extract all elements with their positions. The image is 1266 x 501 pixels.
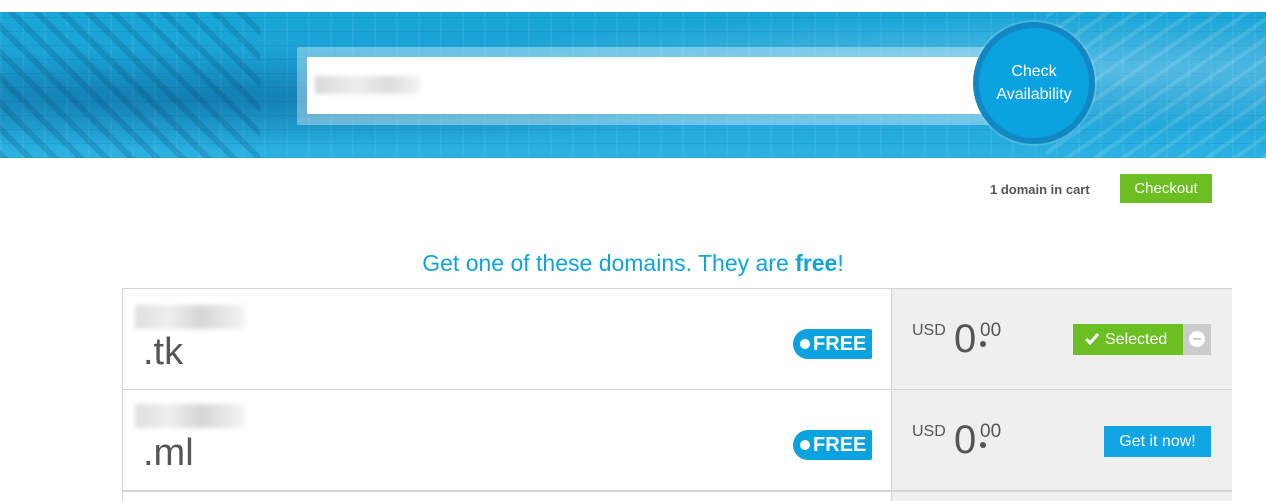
domain-name-cell: .tk FREE — [123, 289, 892, 389]
dot-icon — [800, 339, 810, 349]
selected-button[interactable]: Selected — [1073, 324, 1183, 355]
domain-name-cell — [123, 492, 892, 501]
minus-circle-icon — [1189, 331, 1205, 347]
headline-prefix: Get one of these domains. They are — [422, 250, 796, 276]
price-action-cell: USD 0 00 Get it now! — [892, 390, 1232, 490]
price-integer: 0 — [954, 418, 977, 462]
checkout-button[interactable]: Checkout — [1120, 174, 1212, 203]
price-currency: USD — [912, 322, 946, 339]
checkmark-icon — [1085, 333, 1099, 345]
domain-row: .ml FREE USD 0 00 Get it now! — [122, 390, 1232, 491]
domain-row: .tk FREE USD 0 00 Selected — [122, 288, 1232, 390]
price-decimal: 00 — [980, 320, 1002, 341]
blurred-domain-name — [135, 305, 245, 329]
get-it-now-button[interactable]: Get it now! — [1104, 426, 1211, 457]
domain-results-table: .tk FREE USD 0 00 Selected .ml FREE USD … — [122, 288, 1232, 501]
headline-emphasis: free — [795, 250, 838, 276]
blurred-search-text — [315, 76, 420, 94]
hero-background-pattern-left — [0, 12, 260, 158]
domain-tld: .tk — [143, 331, 184, 373]
free-badge-label: FREE — [813, 333, 867, 355]
price-action-cell: USD 0 00 Selected — [892, 289, 1232, 389]
selected-button-label: Selected — [1105, 331, 1168, 348]
top-strip — [0, 0, 1266, 12]
free-badge-label: FREE — [813, 434, 867, 456]
check-button-line1: Check — [1011, 63, 1057, 80]
cart-count-text: 1 domain in cart — [990, 182, 1090, 197]
domain-name-cell: .ml FREE — [123, 390, 892, 490]
free-badge: FREE — [793, 329, 872, 359]
domain-tld: .ml — [143, 432, 194, 474]
check-button-line2: Availability — [996, 86, 1072, 103]
price-action-cell — [892, 492, 1232, 501]
free-badge: FREE — [793, 430, 872, 460]
dot-icon — [800, 440, 810, 450]
price-decimal: 00 — [980, 421, 1002, 442]
domain-row-partial — [122, 491, 1232, 501]
remove-from-cart-button[interactable] — [1183, 324, 1211, 355]
free-domains-headline: Get one of these domains. They are free! — [0, 250, 1266, 277]
headline-suffix: ! — [837, 250, 844, 276]
check-availability-button[interactable]: Check Availability — [973, 22, 1095, 144]
blurred-domain-name — [135, 404, 245, 428]
price-integer: 0 — [954, 317, 977, 361]
price-currency: USD — [912, 423, 946, 440]
